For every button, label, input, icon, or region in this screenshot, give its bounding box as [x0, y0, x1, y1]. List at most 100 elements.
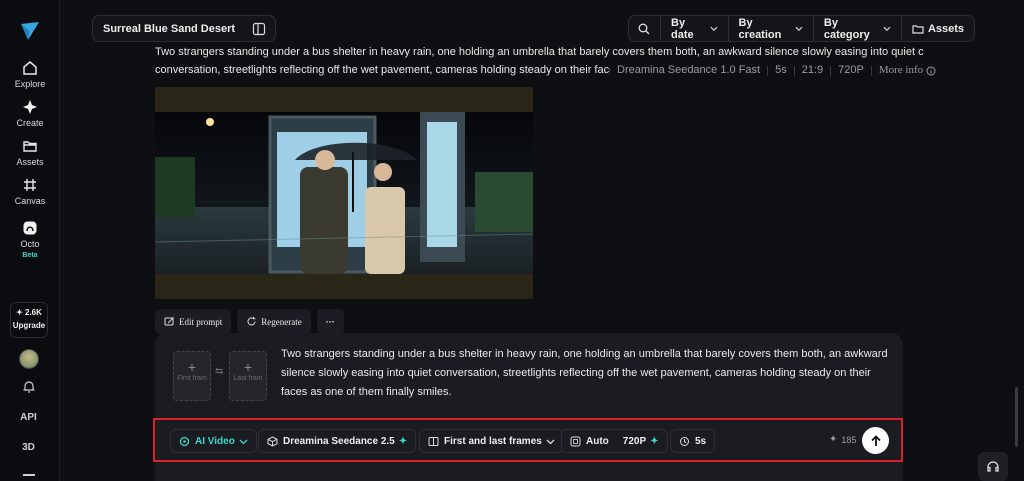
resolution-label: 720P: [622, 435, 647, 447]
more-info-link[interactable]: More info: [879, 61, 923, 80]
headset-icon: [987, 460, 999, 472]
plus-icon: +: [187, 359, 197, 375]
video-preview[interactable]: [155, 87, 533, 299]
filter-label: By creation: [738, 16, 782, 41]
composer-toolbar: AI Video Dreamina Seedance 2.5 ✦ First a…: [153, 418, 903, 462]
regenerate-button[interactable]: Regenerate: [237, 309, 311, 334]
generation-meta: Dreamina Seedance 1.0 Fast 5s 21:9 720P …: [617, 61, 936, 80]
upgrade-button[interactable]: ✦ 2.6K Upgrade: [10, 302, 48, 338]
sidebar-item-label: Explore: [14, 79, 46, 89]
cube-icon: [267, 435, 278, 447]
chevron-down-icon: [546, 439, 555, 444]
chevron-down-icon: [883, 26, 891, 32]
edit-prompt-label: Edit prompt: [179, 316, 223, 327]
sidebar-item-label: Create: [16, 118, 44, 128]
duration-selector[interactable]: 5s: [670, 429, 716, 453]
scrollbar[interactable]: [1015, 387, 1018, 447]
upgrade-label: Upgrade: [12, 321, 46, 330]
panel-toggle-icon[interactable]: [252, 22, 266, 36]
sidebar-item-label: Canvas: [14, 196, 46, 206]
edit-prompt-button[interactable]: Edit prompt: [155, 309, 232, 334]
beta-badge: Beta: [22, 252, 38, 259]
info-icon[interactable]: [926, 66, 936, 76]
menu-icon[interactable]: [23, 474, 35, 476]
chevron-down-icon: [710, 26, 718, 32]
assets-label: Assets: [927, 22, 965, 35]
mode-label: AI Video: [195, 435, 235, 447]
filter-by-category[interactable]: By category: [812, 16, 901, 41]
frames-mode-label: First and last frames: [444, 435, 542, 447]
credit-cost: ✦ 185: [829, 434, 856, 445]
duration-label: 5s: [695, 435, 707, 447]
folder-icon: [23, 141, 37, 152]
aspect-ratio: 21:9: [801, 64, 824, 76]
last-frame-label: Last fram: [233, 375, 263, 382]
octo-icon: [23, 221, 37, 235]
filter-bar: By date By creation By category Assets: [628, 15, 975, 42]
ratio-label: Auto: [586, 435, 609, 447]
sparkle-icon: ✦: [829, 434, 838, 445]
chevron-down-icon: [795, 26, 803, 32]
video-frame-image: [155, 112, 533, 274]
generate-button[interactable]: [862, 427, 889, 454]
filter-by-date[interactable]: By date: [660, 16, 728, 41]
sidebar-item-assets[interactable]: Assets: [0, 138, 60, 167]
chevron-down-icon: [239, 439, 248, 444]
folder-icon: [912, 24, 924, 34]
model-selector[interactable]: Dreamina Seedance 2.5 ✦: [258, 429, 417, 453]
mode-selector[interactable]: AI Video: [170, 429, 257, 453]
app-logo[interactable]: [19, 20, 41, 42]
credit-count: ✦ 2.6K: [16, 308, 42, 317]
sparkle-icon: [23, 100, 37, 114]
first-frame-upload[interactable]: + First fram: [173, 351, 211, 401]
clock-icon: [680, 436, 689, 446]
sidebar-item-label: Octo: [20, 239, 40, 249]
sidebar-item-create[interactable]: Create: [0, 99, 60, 128]
sidebar-item-octo[interactable]: Octo Beta: [0, 220, 60, 259]
api-link[interactable]: API: [0, 412, 57, 423]
generation-actions: Edit prompt Regenerate ···: [155, 309, 344, 334]
refresh-icon: [247, 316, 256, 326]
video-mode-icon: [179, 436, 190, 446]
swap-frames-icon[interactable]: ⇆: [215, 366, 223, 377]
more-options-button[interactable]: ···: [316, 309, 344, 334]
home-icon: [23, 61, 37, 75]
edit-icon: [164, 317, 174, 326]
sidebar: Explore Create Assets Canvas Octo Beta ✦…: [0, 0, 60, 481]
project-title: Surreal Blue Sand Desert: [103, 22, 236, 35]
arrow-up-icon: [870, 434, 881, 446]
resolution: 720P: [838, 64, 864, 76]
prompt-input[interactable]: Two strangers standing under a bus shelt…: [281, 345, 896, 402]
sidebar-item-explore[interactable]: Explore: [0, 60, 60, 89]
duration: 5s: [775, 64, 787, 76]
filter-by-creation[interactable]: By creation: [727, 16, 813, 41]
model-label: Dreamina Seedance 2.5: [283, 435, 395, 447]
filter-label: By category: [823, 16, 870, 41]
sparkle-icon: ✦: [650, 435, 659, 447]
three-d-link[interactable]: 3D: [0, 442, 57, 453]
credit-cost-value: 185: [841, 434, 857, 445]
sparkle-icon: ✦: [398, 435, 408, 447]
generation-prompt: Two strangers standing under a bus shelt…: [155, 46, 924, 58]
sidebar-item-label: Assets: [16, 157, 44, 167]
first-frame-label: First fram: [177, 375, 207, 382]
bell-icon[interactable]: [22, 380, 36, 394]
filter-label: By date: [671, 16, 694, 41]
canvas-icon: [24, 179, 36, 191]
plus-icon: +: [243, 359, 253, 375]
ratio-resolution-selector[interactable]: Auto 720P ✦: [561, 429, 668, 453]
aspect-ratio-icon: [570, 436, 581, 446]
assets-button[interactable]: Assets: [900, 16, 974, 41]
search-icon: [638, 23, 650, 34]
avatar[interactable]: [19, 349, 39, 369]
generation-prompt-line2: conversation, streetlights reflecting of…: [155, 64, 610, 76]
last-frame-upload[interactable]: + Last fram: [229, 351, 267, 401]
model-name: Dreamina Seedance 1.0 Fast: [617, 64, 761, 76]
project-title-button[interactable]: Surreal Blue Sand Desert: [92, 15, 277, 42]
regenerate-label: Regenerate: [261, 316, 302, 327]
search-button[interactable]: [629, 16, 660, 41]
support-button[interactable]: [978, 452, 1008, 481]
sidebar-item-canvas[interactable]: Canvas: [0, 177, 60, 206]
frames-icon: [428, 436, 439, 446]
frames-mode-selector[interactable]: First and last frames: [419, 429, 564, 453]
